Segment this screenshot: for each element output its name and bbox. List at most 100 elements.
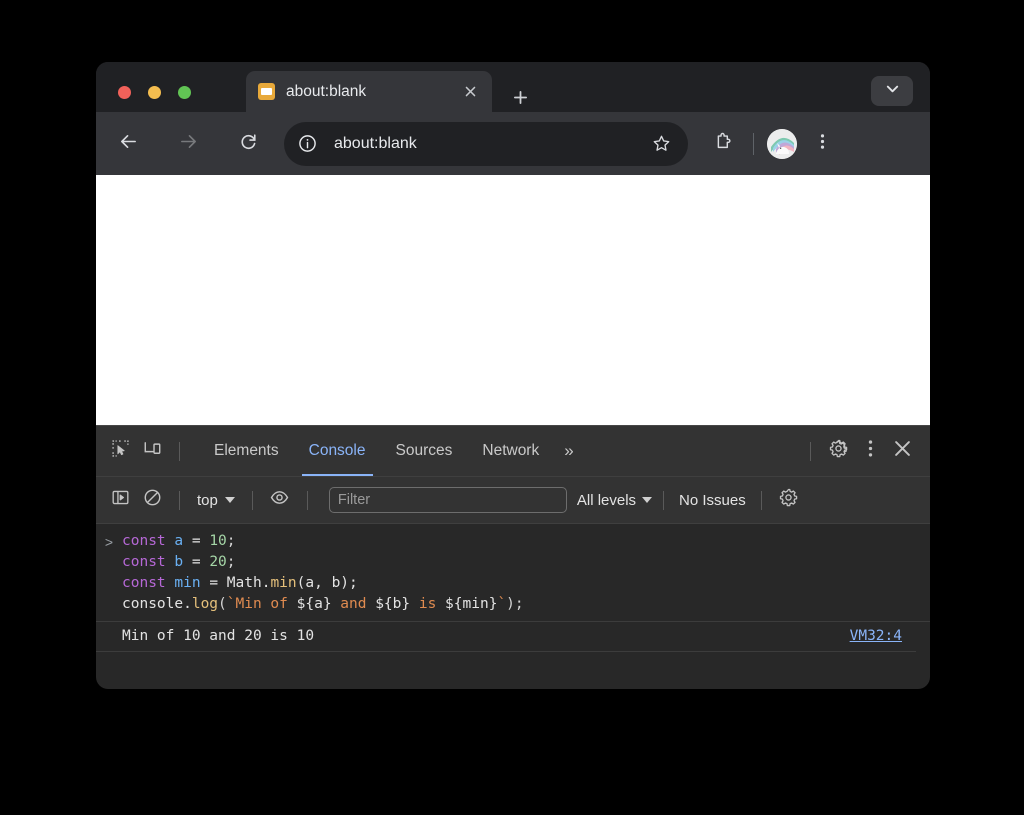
issues-label: No Issues	[679, 491, 746, 509]
console-code-line: const a = 10;	[122, 531, 524, 552]
arrow-left-icon	[119, 132, 138, 156]
close-icon	[893, 439, 912, 463]
forward-button[interactable]	[170, 126, 206, 162]
eye-icon	[270, 488, 289, 512]
more-tabs-label: »	[564, 441, 574, 460]
console-input-code: const a = 10; const b = 20; const min = Ma…	[122, 531, 524, 615]
console-code-line: const min = Math.min(a, b);	[122, 573, 524, 594]
chevron-down-icon	[642, 497, 653, 503]
tab-network-label: Network	[482, 442, 540, 459]
gear-icon	[779, 488, 798, 512]
console-prompt-arrow: >	[104, 534, 114, 550]
devtools-tabbar: Elements Console Sources Network »	[96, 426, 930, 477]
profile-avatar[interactable]	[767, 128, 797, 159]
clear-console-button[interactable]	[136, 484, 168, 516]
bookmark-star-icon[interactable]	[648, 131, 674, 157]
code-token: ${min}	[445, 596, 498, 612]
devtools-close-button[interactable]	[886, 435, 918, 467]
code-token: const	[122, 575, 166, 591]
code-token: 20	[209, 554, 227, 570]
inspect-element-button[interactable]	[104, 435, 136, 467]
execution-context-selector[interactable]: top	[191, 489, 241, 512]
console-output-text: Min of 10 and 20 is 10	[122, 628, 315, 644]
filter-divider-4	[663, 490, 665, 510]
tab-console[interactable]: Console	[294, 426, 381, 476]
code-token: `	[497, 596, 507, 612]
console-code-line: const b = 20;	[122, 552, 524, 573]
code-token: const	[122, 533, 166, 549]
issues-counter[interactable]: No Issues	[675, 492, 750, 509]
tab-elements[interactable]: Elements	[199, 426, 294, 476]
reload-button[interactable]	[230, 126, 266, 162]
code-token: 10	[209, 533, 227, 549]
code-token: min	[270, 575, 297, 591]
live-expression-button[interactable]	[264, 484, 296, 516]
code-token: (a, b);	[296, 575, 358, 591]
log-level-selector[interactable]: All levels	[576, 491, 653, 509]
filter-divider-1	[179, 490, 180, 510]
toolbar-divider	[753, 132, 754, 155]
code-token: );	[506, 596, 524, 612]
tab-search-button[interactable]	[871, 76, 913, 106]
kebab-menu-icon	[814, 133, 831, 155]
tab-network[interactable]: Network	[467, 426, 554, 476]
device-toggle-icon	[143, 439, 162, 463]
kebab-menu-icon	[861, 439, 880, 463]
log-level-label: All levels	[576, 491, 637, 509]
code-token: log	[191, 596, 219, 612]
filter-divider-5	[760, 490, 762, 510]
tab-elements-label: Elements	[214, 442, 279, 459]
puzzle-piece-icon	[714, 132, 733, 156]
tab-console-label: Console	[308, 442, 366, 459]
window-maximize-button[interactable]	[178, 86, 191, 99]
browser-window: about:blank about:blank Elements Console…	[96, 62, 930, 689]
chrome-menu-button[interactable]	[806, 128, 838, 160]
filter-divider-3	[306, 490, 308, 510]
tab-strip: about:blank	[96, 62, 930, 112]
window-traffic-lights	[118, 86, 191, 99]
extensions-button[interactable]	[706, 127, 740, 161]
window-close-button[interactable]	[118, 86, 131, 99]
code-token: is	[410, 596, 446, 612]
console-source-link[interactable]: VM32:4	[850, 628, 902, 644]
console-settings-button[interactable]	[773, 484, 805, 516]
device-toolbar-button[interactable]	[136, 435, 168, 467]
console-input-entry[interactable]: > const a = 10; const b = 20; const min = …	[96, 524, 930, 622]
address-bar[interactable]: about:blank	[284, 121, 688, 166]
browser-toolbar: about:blank	[96, 112, 930, 175]
devtools-tabbar-actions	[799, 435, 918, 467]
code-token: ;	[226, 554, 236, 570]
code-token: b	[174, 554, 184, 570]
filter-divider-2	[251, 490, 253, 510]
devtools-tabbar-divider	[179, 441, 180, 461]
window-minimize-button[interactable]	[148, 86, 161, 99]
tab-title: about:blank	[286, 82, 367, 100]
devtools-more-options-button[interactable]	[854, 435, 886, 467]
back-button[interactable]	[110, 126, 146, 162]
page-viewport[interactable]	[96, 175, 930, 425]
more-tabs-button[interactable]: »	[554, 441, 581, 461]
devtools-settings-button[interactable]	[822, 435, 854, 467]
close-icon[interactable]	[458, 80, 482, 104]
code-token: Math.	[226, 575, 271, 591]
blank-page-icon	[258, 83, 275, 100]
code-token: =	[183, 554, 210, 570]
code-token: min	[174, 575, 201, 591]
console-message-list[interactable]: > const a = 10; const b = 20; const min = …	[96, 524, 930, 652]
code-token: =	[200, 575, 227, 591]
code-token: console.	[122, 596, 192, 612]
site-info-icon[interactable]	[292, 129, 322, 159]
console-sidebar-toggle-button[interactable]	[104, 484, 136, 516]
devtools-actions-divider	[810, 441, 811, 461]
code-token: `Min of	[226, 596, 297, 612]
no-entry-icon	[143, 488, 162, 512]
new-tab-button[interactable]	[506, 83, 534, 111]
code-token: ${a}	[296, 596, 332, 612]
reload-icon	[239, 132, 258, 156]
console-filter-bar: top All levels No Issue	[96, 477, 930, 524]
code-token: (	[218, 596, 227, 612]
browser-tab-about-blank[interactable]: about:blank	[246, 71, 492, 112]
tab-sources[interactable]: Sources	[381, 426, 468, 476]
console-filter-input[interactable]	[328, 487, 567, 513]
execution-context-label: top	[197, 491, 218, 509]
